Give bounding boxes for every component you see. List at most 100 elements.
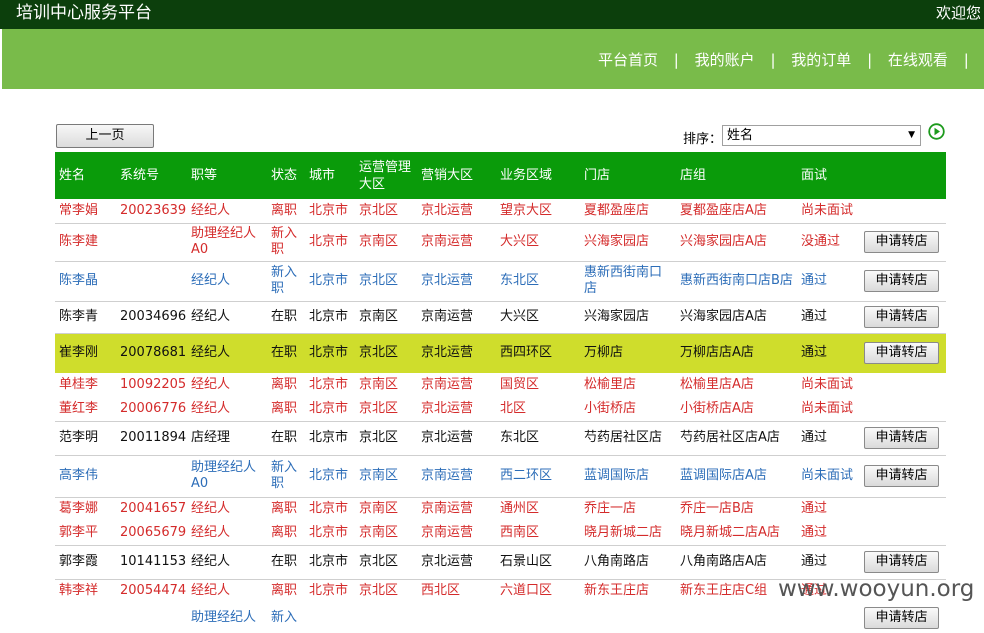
grade-cell: 经纪人 <box>191 501 231 517</box>
business-area-cell: 石景山区 <box>496 545 580 580</box>
name-cell: 陈李建 <box>55 223 116 262</box>
city-cell: 北京市 <box>305 521 355 546</box>
table-row: 崔李刚 20078681 经纪人 在职 北京市 京北区 京北运营 西四环区 万柳店 万柳店店A店通… <box>55 333 946 373</box>
status-cell: 新入职 <box>267 455 305 498</box>
nav-separator: | <box>963 51 969 69</box>
system-id-cell: 20006776 <box>116 397 187 422</box>
store-group-cell: 兴海家园店A店 <box>676 223 797 262</box>
sales-region-cell: 京南运营 <box>421 501 474 517</box>
store-cell: 新东王庄店 <box>584 583 650 599</box>
apply-transfer-button[interactable]: 申请转店 <box>864 306 939 328</box>
store-group-cell: 夏都盈座店A店 <box>676 199 797 224</box>
apply-transfer-button[interactable]: 申请转店 <box>864 342 939 365</box>
dropdown-arrow-icon: ▼ <box>908 130 915 140</box>
action-cell: 申请转店 <box>860 455 946 498</box>
sort-select[interactable]: 姓名 ▼ <box>722 125 921 146</box>
nav-item-home[interactable]: 平台首页 <box>598 49 658 70</box>
table-row: 单桂李 10092205 经纪人 离职 北京市 京南区 京南运营 国贸区 松榆里店 松榆里店A店 尚… <box>55 373 946 397</box>
nav-item-account[interactable]: 我的账户 <box>695 49 755 70</box>
watermark: www.wooyun.org <box>778 576 975 602</box>
apply-transfer-button[interactable]: 申请转店 <box>864 607 939 629</box>
store-cell: 乔庄一店 <box>584 501 637 517</box>
sales-region-cell: 京南运营 <box>417 521 496 546</box>
go-arrow-icon[interactable] <box>928 123 945 140</box>
sales-region-cell: 西北区 <box>421 583 461 599</box>
system-id-cell <box>116 223 187 262</box>
apply-transfer-button[interactable]: 申请转店 <box>864 551 939 573</box>
action-cell <box>860 397 946 422</box>
table-row: 陈李建 助理经纪人A0 新入职 北京市 京南区 京南运营 大兴区 兴海家园店 兴海家园店A店 没通… <box>55 223 946 262</box>
store-group-cell: 乔庄一店B店 <box>680 501 754 517</box>
column-header: 业务区域 <box>496 152 580 199</box>
business-area-cell: 西四环区 <box>496 333 580 373</box>
nav-item-orders[interactable]: 我的订单 <box>791 49 851 70</box>
interview-cell: 通过 <box>797 421 860 456</box>
store-cell: 万柳店 <box>580 333 676 373</box>
system-id-cell: 20041657 <box>120 501 187 517</box>
system-id-cell <box>116 261 187 302</box>
ops-region-cell: 京北区 <box>355 545 417 580</box>
store-group-cell: 蓝调国际店A店 <box>676 455 797 498</box>
action-cell: 申请转店 <box>860 545 946 580</box>
grade-cell: 经纪人 <box>187 301 267 334</box>
system-id-cell: 10092205 <box>120 377 187 392</box>
table-row: 高李伟 助理经纪人A0 新入职 北京市 京南区 京南运营 西二环区 蓝调国际店 蓝调国际店A店尚… <box>55 455 946 498</box>
table-row: 郭李霞 10141153 经纪人 在职 北京市 京北区 京北运营 石景山区 八角南路店 八角南路店… <box>55 545 946 580</box>
grade-cell: 经纪人 <box>187 261 267 302</box>
action-cell: 申请转店 <box>860 261 946 302</box>
city-cell <box>305 603 355 633</box>
store-cell: 夏都盈座店 <box>580 199 676 224</box>
name-cell: 常李娟 <box>55 199 116 224</box>
city-cell: 北京市 <box>305 333 355 373</box>
ops-region-cell: 京南区 <box>359 377 399 392</box>
grade-cell: 助理经纪人A0 <box>187 223 267 262</box>
name-cell: 单桂李 <box>59 377 99 392</box>
status-cell: 离职 <box>267 397 305 422</box>
city-cell: 北京市 <box>305 421 355 456</box>
table-row: 陈李青 20034696 经纪人 在职 北京市 京南区 京南运营 大兴区 兴海家园店 兴海家园店A… <box>55 301 946 334</box>
business-area-cell: 大兴区 <box>496 301 580 334</box>
grade-cell: 经纪人 <box>187 199 267 224</box>
table-row: 常李娟 20023639 经纪人 离职 北京市 京北区 京北运营 望京大区 夏都盈座店 夏都盈座店… <box>55 199 946 224</box>
table-header-row: 姓名 系统号 职等 状态 城市 运营管理大区 营销大区 业务区域 门店 店组 面… <box>55 152 946 199</box>
city-cell: 北京市 <box>309 583 349 599</box>
apply-transfer-button[interactable]: 申请转店 <box>864 465 939 487</box>
grade-cell: 经纪人 <box>187 545 267 580</box>
column-header: 面试 <box>797 152 860 199</box>
apply-transfer-button[interactable]: 申请转店 <box>864 270 939 292</box>
interview-cell: 尚未面试 <box>797 397 860 422</box>
system-id-cell: 20065679 <box>116 521 187 546</box>
column-header: 城市 <box>305 152 355 199</box>
action-cell: 申请转店 <box>860 223 946 262</box>
status-cell: 离职 <box>267 521 305 546</box>
interview-cell: 尚未面试 <box>797 455 860 498</box>
name-cell: 陈李青 <box>55 301 116 334</box>
nav-item-online-watch[interactable]: 在线观看 <box>888 49 948 70</box>
name-cell: 范李明 <box>55 421 116 456</box>
nav-separator: | <box>867 51 873 69</box>
apply-transfer-button[interactable]: 申请转店 <box>864 231 939 253</box>
prev-page-button[interactable]: 上一页 <box>56 124 154 148</box>
welcome-text: 欢迎您 <box>936 4 982 22</box>
nav-bar: 平台首页 | 我的账户 | 我的订单 | 在线观看 | 退出 <box>2 29 984 89</box>
city-cell: 北京市 <box>305 545 355 580</box>
store-cell: 惠新西街南口店 <box>580 261 676 302</box>
store-group-cell: 晓月新城二店A店 <box>676 521 797 546</box>
ops-region-cell: 京北区 <box>355 261 417 302</box>
status-cell: 在职 <box>267 421 305 456</box>
column-header: 门店 <box>580 152 676 199</box>
sort-label: 排序： <box>683 132 723 147</box>
store-group-cell: 松榆里店A店 <box>680 377 754 392</box>
name-cell <box>55 603 116 633</box>
interview-cell: 尚未面试 <box>801 377 854 392</box>
table-row: 郭李平 20065679 经纪人 离职 北京市 京南区 京南运营 西南区 晓月新城二店 晓月新城二… <box>55 521 946 546</box>
app-title: 培训中心服务平台 <box>16 3 152 23</box>
system-id-cell: 10141153 <box>116 545 187 580</box>
apply-transfer-button[interactable]: 申请转店 <box>864 427 939 449</box>
ops-region-cell: 京南区 <box>359 501 399 517</box>
city-cell: 北京市 <box>305 455 355 498</box>
top-header-bar: 培训中心服务平台 欢迎您 <box>0 0 984 29</box>
status-cell: 在职 <box>267 301 305 334</box>
system-id-cell: 20034696 <box>116 301 187 334</box>
ops-region-cell: 京北区 <box>359 583 399 599</box>
